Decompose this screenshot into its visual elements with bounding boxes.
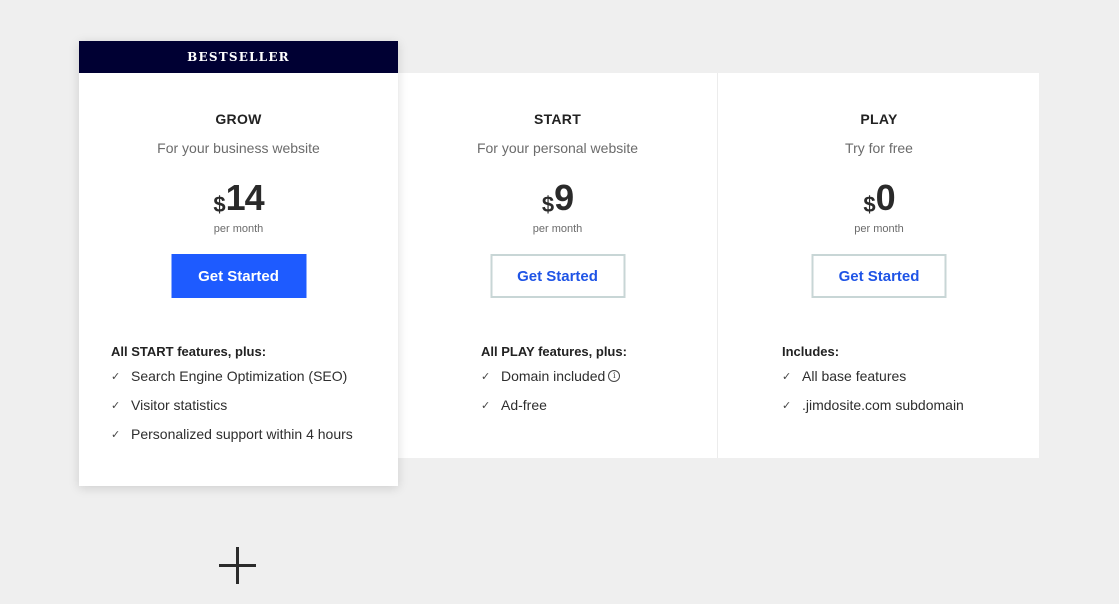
feature-label: .jimdosite.com subdomain — [802, 397, 964, 413]
feature-item: ✓ Domain included i — [481, 368, 627, 397]
features-heading: Includes: — [782, 344, 840, 359]
price-currency: $ — [541, 192, 555, 217]
plan-price: $14 — [79, 177, 398, 218]
feature-label: Domain included — [501, 368, 606, 384]
plan-card-play: PLAY Try for free $0 per month Get Start… — [719, 73, 1039, 458]
check-icon: ✓ — [111, 371, 121, 383]
plan-name: START — [533, 111, 582, 127]
check-icon: ✓ — [481, 371, 491, 383]
feature-item: ✓ Visitor statistics — [111, 397, 353, 426]
feature-list: All PLAY features, plus: ✓ Domain includ… — [481, 344, 627, 426]
plan-tagline: For your business website — [157, 140, 320, 156]
get-started-button-grow[interactable]: Get Started — [171, 254, 306, 298]
feature-list: Includes: ✓ All base features ✓ .jimdosi… — [782, 344, 964, 426]
bestseller-badge: BESTSELLER — [79, 41, 398, 73]
check-icon: ✓ — [111, 429, 121, 441]
feature-item: ✓ Personalized support within 4 hours — [111, 426, 353, 455]
feature-label: Ad-free — [501, 397, 547, 413]
plan-price: $0 — [719, 177, 1039, 218]
plan-tagline: Try for free — [845, 140, 913, 156]
feature-label: Personalized support within 4 hours — [131, 426, 353, 442]
plan-name: GROW — [215, 111, 262, 127]
plus-icon[interactable] — [219, 546, 257, 584]
price-amount: 9 — [554, 177, 574, 218]
feature-label: Search Engine Optimization (SEO) — [131, 368, 348, 384]
price-amount: 14 — [225, 177, 265, 218]
feature-label: All base features — [802, 368, 907, 384]
price-currency: $ — [213, 192, 226, 217]
plan-card-grow: BESTSELLER GROW For your business websit… — [79, 41, 398, 486]
plan-price: $9 — [398, 177, 717, 218]
plan-name: PLAY — [860, 111, 898, 127]
feature-item: ✓ .jimdosite.com subdomain — [782, 397, 964, 426]
features-heading: All PLAY features, plus: — [481, 344, 627, 359]
feature-item: ✓ All base features — [782, 368, 964, 397]
info-icon[interactable]: i — [608, 370, 621, 382]
feature-label: Visitor statistics — [131, 397, 228, 413]
price-period: per month — [854, 223, 904, 235]
check-icon: ✓ — [782, 371, 792, 383]
check-icon: ✓ — [782, 400, 792, 412]
plan-card-start: START For your personal website $9 per m… — [398, 73, 718, 458]
check-icon: ✓ — [111, 400, 121, 412]
get-started-button-start[interactable]: Get Started — [490, 254, 625, 298]
feature-list: All START features, plus: ✓ Search Engin… — [111, 344, 353, 455]
plan-tagline: For your personal website — [476, 140, 639, 156]
price-amount: 0 — [875, 177, 896, 218]
feature-item: ✓ Search Engine Optimization (SEO) — [111, 368, 353, 397]
get-started-button-play[interactable]: Get Started — [811, 254, 947, 298]
price-period: per month — [213, 223, 264, 235]
check-icon: ✓ — [481, 400, 491, 412]
price-period: per month — [532, 223, 583, 235]
price-currency: $ — [863, 192, 876, 217]
features-heading: All START features, plus: — [111, 344, 267, 359]
feature-item: ✓ Ad-free — [481, 397, 627, 426]
